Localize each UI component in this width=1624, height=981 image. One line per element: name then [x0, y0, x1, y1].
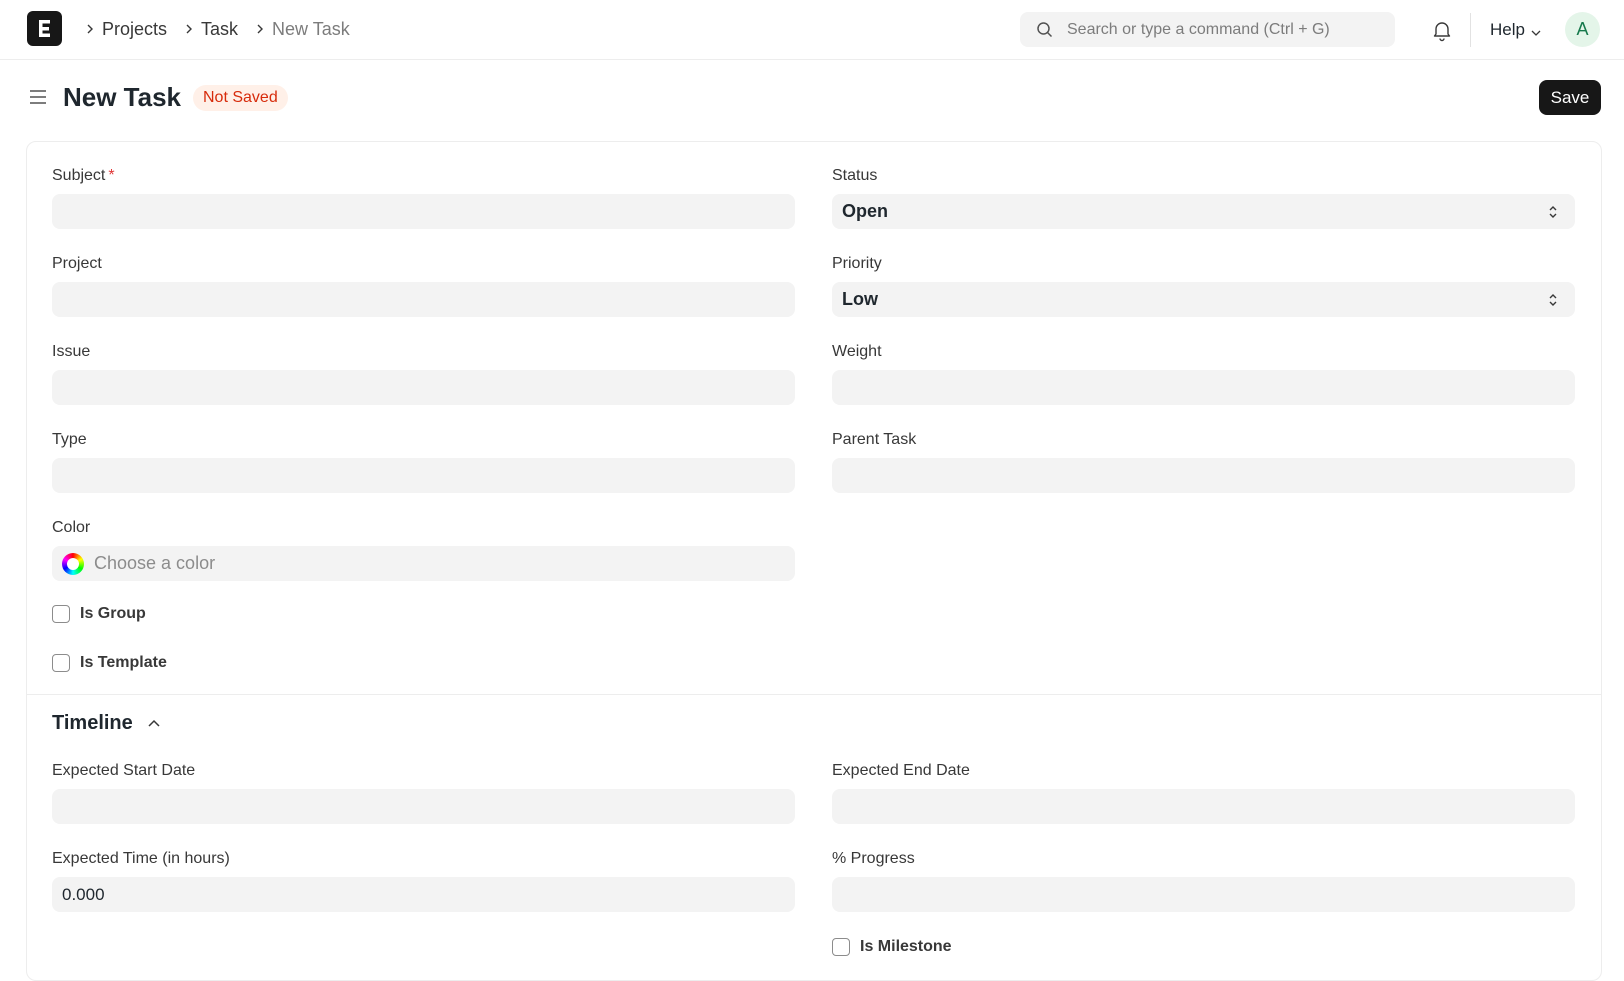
progress-input[interactable] [832, 877, 1575, 912]
form-card: Subject * Project Issue Type Color Choose… [26, 141, 1602, 981]
color-placeholder: Choose a color [94, 553, 216, 573]
chevron-right-icon [179, 17, 199, 41]
expected-end-date-label: Expected End Date [832, 762, 970, 779]
parent-task-input[interactable] [832, 458, 1575, 493]
chevron-up-icon[interactable] [145, 715, 163, 733]
timeline-title: Timeline [52, 712, 133, 734]
type-input[interactable] [52, 458, 795, 493]
priority-value: Low [842, 289, 878, 309]
subject-field[interactable] [52, 194, 795, 229]
progress-field[interactable] [832, 877, 1575, 912]
help-label: Help [1490, 20, 1525, 39]
is-group-checkbox[interactable] [52, 605, 70, 623]
section-divider [27, 694, 1601, 695]
project-label: Project [52, 255, 102, 272]
select-updown-icon [1545, 203, 1561, 221]
expected-time-label: Expected Time (in hours) [52, 850, 230, 867]
is-milestone-label: Is Milestone [860, 938, 952, 955]
color-wheel-icon[interactable] [62, 552, 84, 575]
expected-start-date-field[interactable] [52, 789, 795, 824]
breadcrumb-new-task: New Task [272, 18, 350, 39]
weight-input[interactable] [832, 370, 1575, 405]
parent-task-label: Parent Task [832, 431, 917, 448]
priority-select[interactable]: Low [832, 282, 1575, 317]
app-logo-icon[interactable] [27, 11, 62, 46]
type-field[interactable] [52, 458, 795, 493]
weight-field[interactable] [832, 370, 1575, 405]
search-bar[interactable] [1020, 12, 1395, 47]
priority-label: Priority [832, 255, 882, 272]
project-field[interactable] [52, 282, 795, 317]
navbar: Projects Task New Task Help A [0, 0, 1624, 60]
is-template-checkbox[interactable] [52, 654, 70, 672]
color-label: Color [52, 519, 91, 536]
select-updown-icon [1545, 291, 1561, 309]
status-label: Status [832, 167, 878, 184]
expected-end-date-input[interactable] [832, 789, 1575, 824]
issue-label: Issue [52, 343, 91, 360]
required-mark: * [108, 167, 115, 184]
is-group-label: Is Group [80, 605, 146, 622]
parent-task-field[interactable] [832, 458, 1575, 493]
expected-start-date-input[interactable] [52, 789, 795, 824]
subject-label: Subject * [52, 166, 115, 186]
hamburger-icon[interactable] [28, 87, 48, 107]
save-button[interactable]: Save [1539, 80, 1601, 115]
status-select[interactable]: Open [832, 194, 1575, 229]
breadcrumb-projects[interactable]: Projects [102, 19, 167, 40]
expected-start-date-label: Expected Start Date [52, 762, 196, 779]
is-template-label: Is Template [80, 654, 167, 671]
is-milestone-checkbox-row[interactable]: Is Milestone [832, 937, 952, 957]
type-label: Type [52, 431, 87, 448]
project-input[interactable] [52, 282, 795, 317]
breadcrumb-task[interactable]: Task [201, 19, 238, 40]
chevron-right-icon [80, 17, 100, 41]
color-picker-field[interactable]: Choose a color [52, 546, 795, 581]
search-icon [1035, 20, 1055, 40]
timeline-section-header[interactable]: Timeline [52, 712, 163, 735]
avatar[interactable]: A [1565, 12, 1600, 47]
is-milestone-checkbox[interactable] [832, 938, 850, 956]
page-title: New Task [63, 82, 182, 112]
is-template-checkbox-row[interactable]: Is Template [52, 653, 167, 673]
issue-field[interactable] [52, 370, 795, 405]
expected-end-date-field[interactable] [832, 789, 1575, 824]
help-dropdown[interactable]: Help [1490, 19, 1542, 41]
chevron-down-icon [1530, 24, 1542, 36]
weight-label: Weight [832, 343, 882, 360]
status-value: Open [842, 201, 889, 221]
bell-icon[interactable] [1430, 18, 1454, 42]
issue-input[interactable] [52, 370, 795, 405]
navbar-divider [1470, 13, 1471, 47]
is-group-checkbox-row[interactable]: Is Group [52, 604, 146, 624]
progress-label: % Progress [832, 850, 915, 867]
expected-time-input[interactable] [52, 877, 795, 912]
chevron-right-icon [250, 17, 270, 41]
status-badge: Not Saved [193, 85, 288, 111]
expected-time-field[interactable] [52, 877, 795, 912]
subject-input[interactable] [52, 194, 795, 229]
subject-label-text: Subject [52, 167, 106, 184]
search-input[interactable] [1067, 20, 1387, 39]
breadcrumb: Projects Task New Task [80, 17, 362, 41]
